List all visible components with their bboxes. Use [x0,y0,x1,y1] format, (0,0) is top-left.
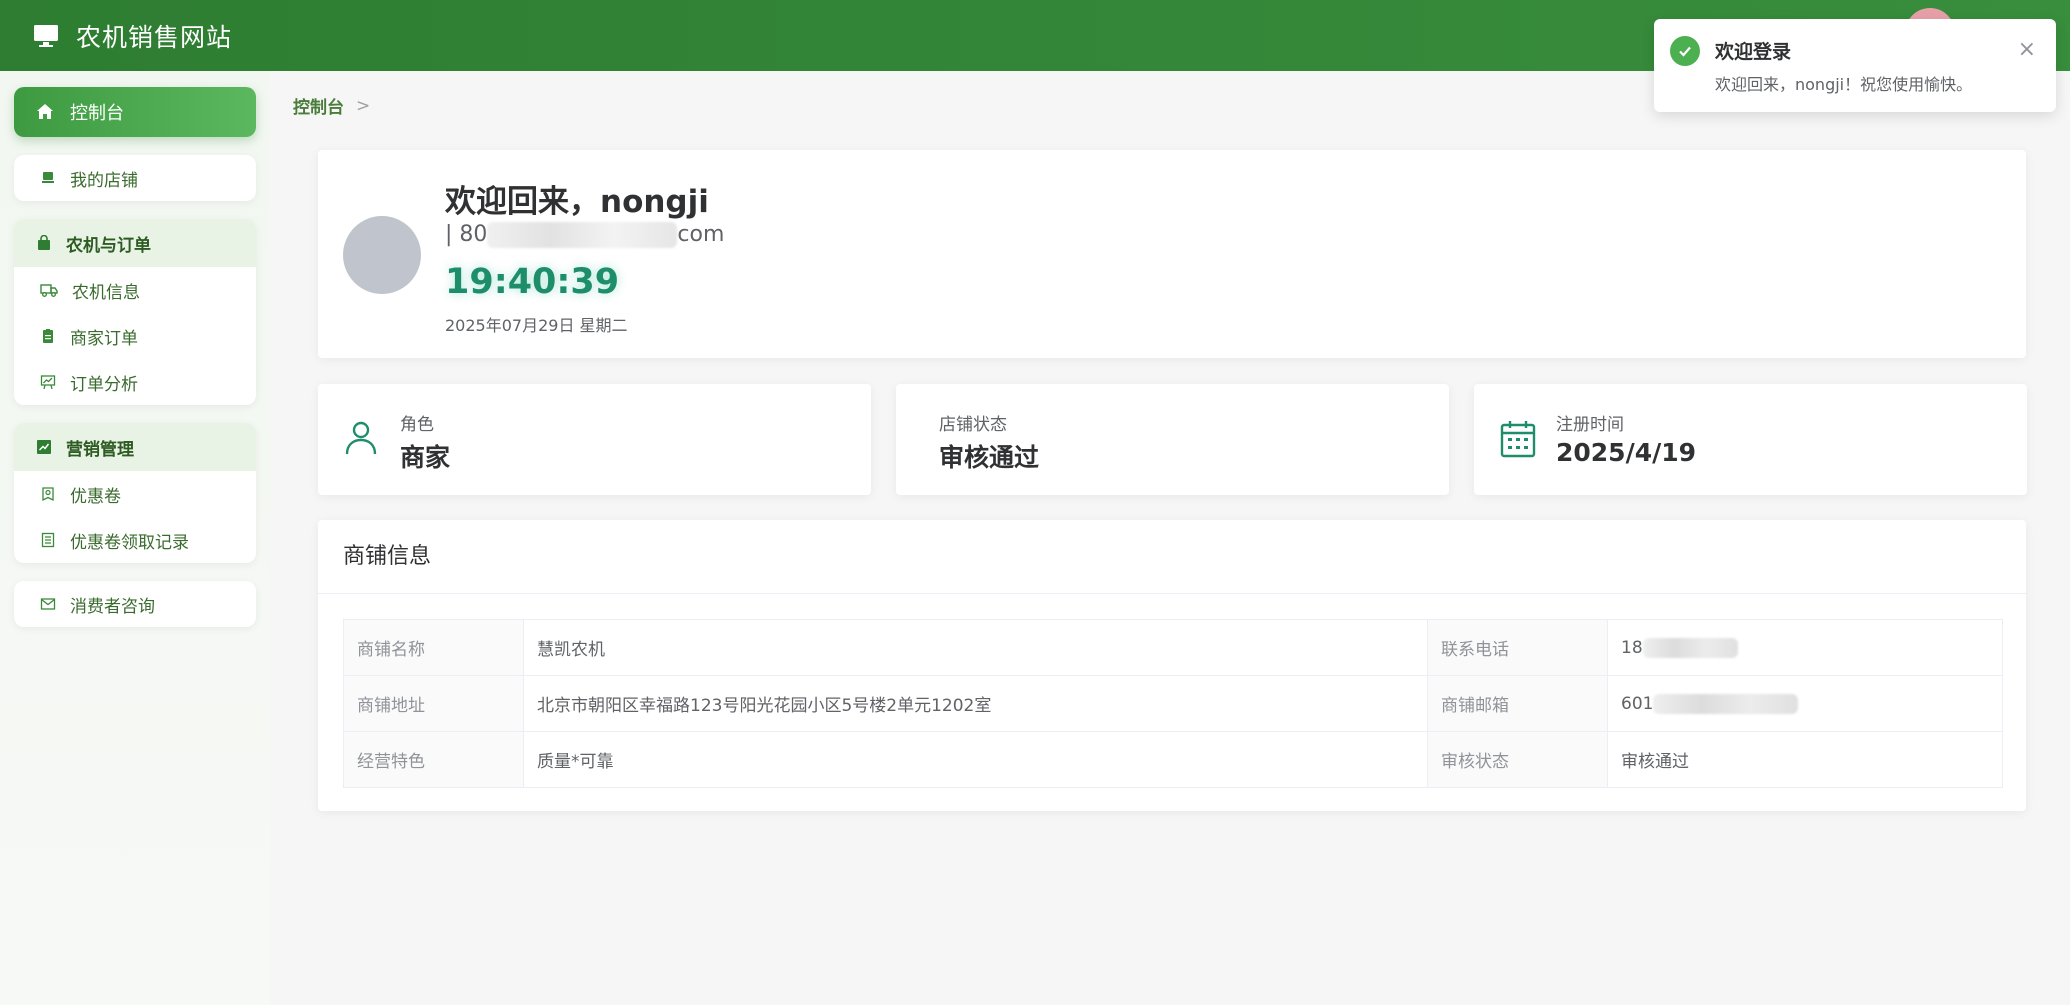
field-value: 慧凯农机 [523,619,1428,676]
field-label: 经营特色 [343,731,524,788]
sidebar-item-my-shop[interactable]: 我的店铺 [14,155,256,201]
table-row: 商铺地址 北京市朝阳区幸福路123号阳光花园小区5号楼2单元1202室 商铺邮箱… [343,675,2003,732]
mail-icon [40,598,56,610]
bag-icon [38,235,50,250]
sidebar-item-label: 控制台 [70,103,124,124]
sidebar: 控制台 我的店铺 农机与订单 农机信息 商家订单 订单分析 营销管理 优惠卷 优… [0,71,270,1005]
sidebar-item-coupons[interactable]: 优惠卷 [14,471,256,517]
sidebar-item-label: 优惠卷 [70,486,121,507]
welcome-card: 欢迎回来，nongji | 80 com 19:40:39 2025年07月29日… [318,150,2026,358]
stat-value: 审核通过 [939,443,1040,472]
avatar [343,216,421,294]
sidebar-card-shop: 我的店铺 [14,155,256,201]
sidebar-group-label: 营销管理 [66,439,134,460]
table-row: 经营特色 质量*可靠 审核状态 审核通过 [343,731,2003,788]
field-value: 北京市朝阳区幸福路123号阳光花园小区5号楼2单元1202室 [523,675,1428,732]
shop-info-table: 商铺名称 慧凯农机 联系电话 18 商铺地址 北京市朝阳区幸福路123号阳光花园… [343,619,2003,788]
phone-mask [1642,637,1738,658]
stat-label: 角色 [400,415,434,435]
stat-label: 店铺状态 [939,415,1007,435]
shop-info-card: 商铺信息 商铺名称 慧凯农机 联系电话 18 商铺地址 北京市朝阳区幸福路123… [318,520,2026,811]
stat-label: 注册时间 [1556,415,1624,435]
shop-info-title: 商铺信息 [318,520,2026,594]
sidebar-item-label: 我的店铺 [70,170,138,191]
toast-message: 欢迎回来，nongji！祝您使用愉快。 [1715,75,1973,94]
field-label: 审核状态 [1427,731,1608,788]
user-email: | 80 com [445,222,724,248]
sidebar-item-label: 消费者咨询 [70,596,155,617]
email-prefix: | 80 [445,222,488,247]
live-clock: 19:40:39 [445,262,620,302]
field-label: 商铺邮箱 [1427,675,1608,732]
stat-value: 2025/4/19 [1556,438,1697,467]
sidebar-item-order-analysis[interactable]: 订单分析 [14,359,256,405]
toast-title: 欢迎登录 [1715,41,1792,63]
chart-board-icon [40,375,56,390]
sidebar-item-merchant-orders[interactable]: 商家订单 [14,313,256,359]
table-row: 商铺名称 慧凯农机 联系电话 18 [343,619,2003,676]
sidebar-item-machinery-info[interactable]: 农机信息 [14,267,256,313]
trend-icon [37,440,51,454]
stat-value: 商家 [400,443,451,472]
welcome-greeting: 欢迎回来，nongji [445,184,709,220]
sidebar-item-label: 优惠卷领取记录 [70,532,189,553]
close-icon[interactable]: × [2018,39,2036,61]
calendar-icon [1500,421,1536,458]
shop-icon [42,172,54,183]
field-value-phone: 18 [1607,619,2003,676]
field-label: 商铺地址 [343,675,524,732]
email-mask [487,222,678,248]
phone-prefix: 18 [1621,637,1643,658]
stat-card-role: 角色 商家 [318,384,871,495]
monitor-icon [34,24,58,47]
sidebar-item-dashboard[interactable]: 控制台 [14,87,256,137]
sidebar-card-consult: 消费者咨询 [14,581,256,627]
field-label: 商铺名称 [343,619,524,676]
list-icon [41,532,55,548]
email-suffix: com [677,222,725,247]
field-value: 质量*可靠 [523,731,1428,788]
field-value: 审核通过 [1607,731,2003,788]
coupon-icon [42,487,54,502]
sidebar-group-machinery: 农机与订单 农机信息 商家订单 订单分析 [14,219,256,405]
sidebar-group-marketing: 营销管理 优惠卷 优惠卷领取记录 [14,423,256,563]
stat-card-shop-status: 店铺状态 审核通过 [896,384,1449,495]
breadcrumb: 控制台 > [293,93,371,119]
site-title: 农机销售网站 [76,22,233,52]
stat-card-register-time: 注册时间 2025/4/19 [1474,384,2027,495]
sidebar-item-label: 商家订单 [70,328,138,349]
email-prefix: 601 [1621,693,1654,714]
clipboard-icon [43,329,53,343]
email-mask [1653,693,1799,714]
sidebar-item-label: 农机信息 [72,282,140,303]
sidebar-item-consumer-consult[interactable]: 消费者咨询 [14,581,256,627]
current-date: 2025年07月29日 星期二 [445,316,628,335]
field-label: 联系电话 [1427,619,1608,676]
field-value-email: 601 [1607,675,2003,732]
sidebar-group-title[interactable]: 农机与订单 [14,219,256,267]
sidebar-item-coupon-records[interactable]: 优惠卷领取记录 [14,517,256,563]
breadcrumb-item-dashboard[interactable]: 控制台 [293,93,344,118]
sidebar-group-label: 农机与订单 [66,235,151,256]
sidebar-item-label: 订单分析 [70,374,138,395]
sidebar-group-title[interactable]: 营销管理 [14,423,256,471]
login-toast: 欢迎登录 欢迎回来，nongji！祝您使用愉快。 × [1654,19,2056,112]
user-icon [345,421,377,455]
home-icon [37,104,53,119]
truck-icon [40,284,58,297]
breadcrumb-separator: > [356,95,371,116]
check-circle-icon [1670,36,1700,66]
